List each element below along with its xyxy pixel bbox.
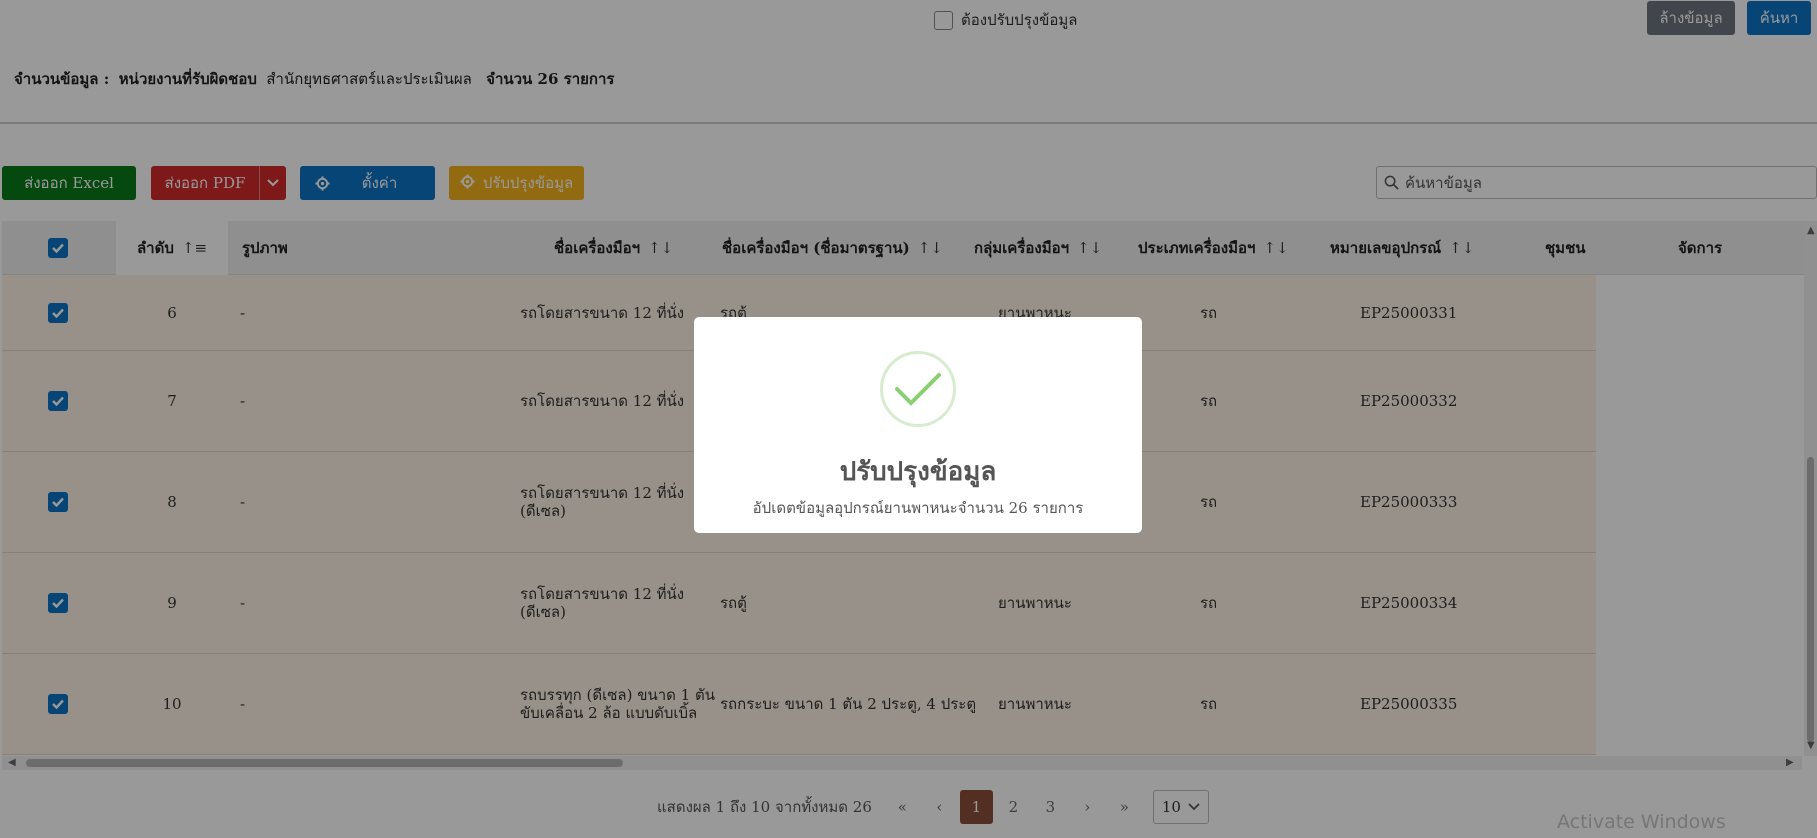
- check-circle-icon: [880, 351, 956, 427]
- dialog-title: ปรับปรุงข้อมูล: [839, 457, 997, 487]
- dialog-text: อัปเดตข้อมูลอุปกรณ์ยานพาหนะจำนวน 26 รายก…: [752, 499, 1084, 517]
- success-dialog: ปรับปรุงข้อมูล อัปเดตข้อมูลอุปกรณ์ยานพาห…: [694, 317, 1142, 533]
